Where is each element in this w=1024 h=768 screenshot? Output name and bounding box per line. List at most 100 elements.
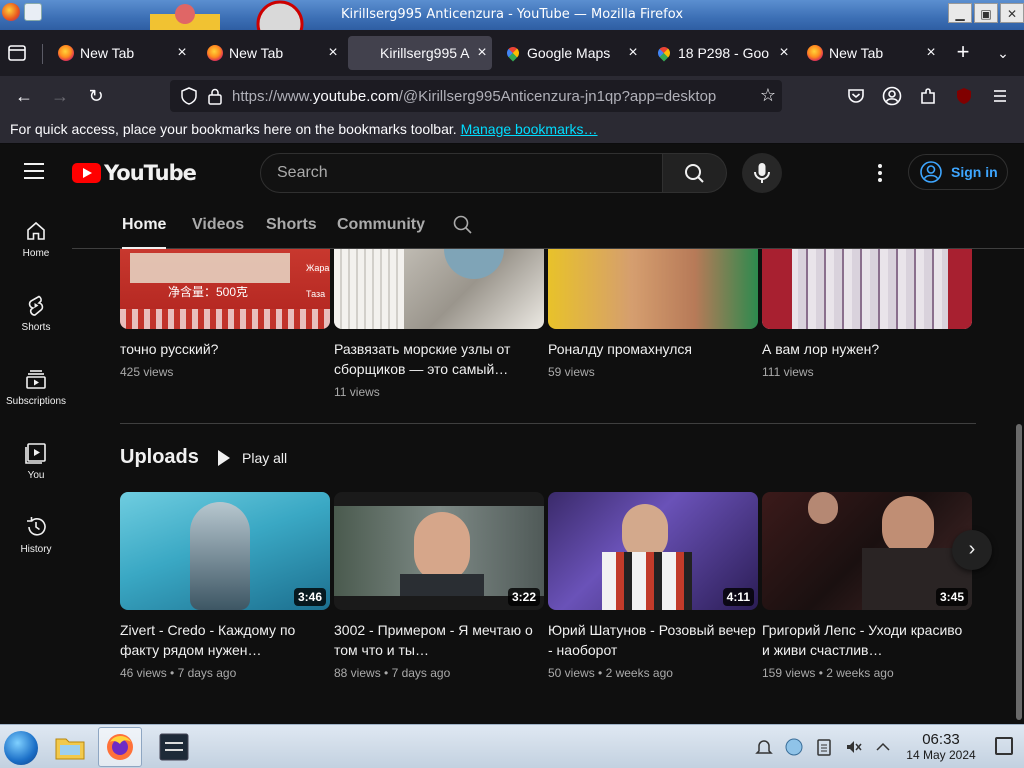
terminal-taskbar-button[interactable]: [152, 727, 196, 767]
system-clock[interactable]: 06:33 14 May 2024: [900, 731, 982, 762]
window-titlebar[interactable]: Kirillserg995 Anticenzura - YouTube — Mo…: [0, 0, 1024, 30]
sidebar-item-you[interactable]: You: [0, 424, 72, 498]
tab-shorts[interactable]: Shorts: [266, 216, 317, 234]
tab-youtube-channel[interactable]: Kirillserg995 A ×: [348, 36, 492, 205]
video-title[interactable]: Развязать морские узлы от сборщиков — эт…: [334, 339, 544, 379]
video-views: 111 views: [762, 365, 814, 379]
search-box[interactable]: [260, 153, 663, 193]
uploads-section-title[interactable]: Uploads: [120, 446, 199, 469]
microphone-icon: [754, 163, 770, 183]
video-card[interactable]: 3:45 Григорий Лепс - Уходи красиво и жив…: [762, 492, 972, 680]
guide-menu-icon[interactable]: [24, 163, 48, 183]
close-tab-icon[interactable]: ×: [172, 44, 192, 62]
video-title[interactable]: Юрий Шатунов - Розовый вечер - наоборот: [548, 620, 758, 660]
file-manager-taskbar-button[interactable]: [48, 727, 92, 767]
video-title[interactable]: Zivert - Credo - Каждому по факту рядом …: [120, 620, 330, 660]
start-menu-button[interactable]: [4, 731, 38, 765]
tab-home[interactable]: Home: [122, 216, 167, 249]
url-text[interactable]: https://www.youtube.com/@Kirillserg995An…: [232, 88, 750, 105]
close-window-button[interactable]: ✕: [1000, 3, 1024, 23]
back-button[interactable]: ←: [10, 82, 38, 110]
video-card[interactable]: 净含量：500克 Жара Таза точно русский? 425 vi…: [120, 249, 330, 379]
application-menu-icon[interactable]: [990, 86, 1010, 106]
pocket-icon[interactable]: [846, 86, 866, 106]
notifications-icon[interactable]: [754, 737, 774, 757]
bookmark-star-icon[interactable]: ☆: [760, 85, 776, 106]
close-tab-icon[interactable]: ×: [921, 44, 941, 62]
video-card[interactable]: 3:46 Zivert - Credo - Каждому по факту р…: [120, 492, 330, 680]
video-thumbnail[interactable]: [334, 249, 544, 329]
tab-new-tab-1[interactable]: New Tab ×: [48, 36, 192, 70]
close-tab-icon[interactable]: ×: [472, 44, 492, 62]
video-age: 2 weeks ago: [826, 666, 894, 680]
video-title[interactable]: А вам лор нужен?: [762, 339, 972, 359]
lock-icon[interactable]: [206, 87, 224, 105]
sidebar-item-home[interactable]: Home: [0, 202, 72, 276]
tab-new-tab-3[interactable]: New Tab ×: [797, 36, 941, 70]
tab-google-maps-route[interactable]: 18 P298 - Goo ×: [648, 36, 794, 70]
firefox-view-icon[interactable]: [6, 42, 28, 64]
page-scrollbar[interactable]: [1016, 424, 1022, 720]
forward-button[interactable]: →: [46, 82, 74, 110]
volume-muted-icon[interactable]: [844, 737, 864, 757]
video-thumbnail[interactable]: [762, 249, 972, 329]
close-tab-icon[interactable]: ×: [623, 44, 643, 62]
shelf-next-button[interactable]: ›: [952, 530, 992, 570]
reload-button[interactable]: ↻: [82, 82, 110, 110]
video-card[interactable]: Развязать морские узлы от сборщиков — эт…: [334, 249, 544, 399]
account-icon[interactable]: [882, 86, 902, 106]
os-taskbar: 06:33 14 May 2024: [0, 724, 1024, 768]
video-thumbnail[interactable]: 3:22: [334, 492, 544, 610]
tracking-protection-shield-icon[interactable]: [180, 87, 198, 105]
voice-search-button[interactable]: [742, 153, 782, 193]
firefox-taskbar-button[interactable]: [98, 727, 142, 767]
close-tab-icon[interactable]: ×: [774, 44, 794, 62]
video-thumbnail[interactable]: 4:11: [548, 492, 758, 610]
list-all-tabs-button[interactable]: ⌄: [990, 40, 1016, 66]
network-icon[interactable]: [784, 737, 804, 757]
tab-label: Google Maps: [527, 45, 611, 61]
play-all-button[interactable]: Play all: [206, 442, 299, 474]
tab-videos[interactable]: Videos: [192, 216, 244, 234]
address-bar[interactable]: https://www.youtube.com/@Kirillserg995An…: [170, 80, 782, 112]
sign-in-button[interactable]: Sign in: [908, 154, 1008, 190]
search-input[interactable]: [261, 154, 662, 192]
video-card[interactable]: А вам лор нужен? 111 views: [762, 249, 972, 379]
close-tab-icon[interactable]: ×: [323, 44, 343, 62]
video-title[interactable]: 3002 - Примером - Я мечтаю о том что и т…: [334, 620, 544, 660]
manage-bookmarks-link[interactable]: Manage bookmarks…: [461, 121, 598, 137]
tab-community[interactable]: Community: [337, 216, 425, 234]
video-card[interactable]: 3:22 3002 - Примером - Я мечтаю о том чт…: [334, 492, 544, 680]
extensions-icon[interactable]: [918, 86, 938, 106]
video-thumbnail[interactable]: 3:45: [762, 492, 972, 610]
sidebar-item-shorts[interactable]: Shorts: [0, 276, 72, 350]
new-tab-button[interactable]: +: [950, 40, 976, 66]
top-video-row: 净含量：500克 Жара Таза точно русский? 425 vi…: [120, 249, 980, 409]
chevron-up-icon[interactable]: [873, 737, 893, 757]
video-metadata: 50 views • 2 weeks ago: [548, 666, 673, 680]
video-thumbnail[interactable]: 3:46: [120, 492, 330, 610]
video-card[interactable]: 4:11 Юрий Шатунов - Розовый вечер - наоб…: [548, 492, 758, 680]
tabstrip-separator: [42, 44, 43, 64]
ublock-origin-icon[interactable]: [954, 86, 974, 106]
video-thumbnail[interactable]: 净含量：500克 Жара Таза: [120, 249, 330, 329]
maximize-button[interactable]: ▣: [974, 3, 998, 23]
more-options-icon[interactable]: [868, 161, 892, 185]
youtube-logo[interactable]: YouTube: [72, 161, 197, 185]
sidebar-item-history[interactable]: History: [0, 498, 72, 572]
tab-new-tab-2[interactable]: New Tab ×: [197, 36, 343, 70]
video-title[interactable]: Роналду промахнулся: [548, 339, 758, 359]
show-desktop-button[interactable]: [995, 737, 1013, 755]
sidebar-item-subscriptions[interactable]: Subscriptions: [0, 350, 72, 424]
clipboard-icon[interactable]: [814, 737, 834, 757]
tab-google-maps[interactable]: Google Maps ×: [497, 36, 643, 70]
video-title[interactable]: Григорий Лепс - Уходи красиво и живи сча…: [762, 620, 972, 660]
search-button[interactable]: [663, 153, 727, 193]
minimize-button[interactable]: ▁: [948, 3, 972, 23]
video-thumbnail[interactable]: [548, 249, 758, 329]
video-views: 88 views: [334, 666, 381, 680]
video-title[interactable]: точно русский?: [120, 339, 330, 359]
channel-search-icon[interactable]: [452, 214, 474, 236]
video-card[interactable]: Роналду промахнулся 59 views: [548, 249, 758, 379]
subscriptions-icon: [26, 370, 46, 389]
